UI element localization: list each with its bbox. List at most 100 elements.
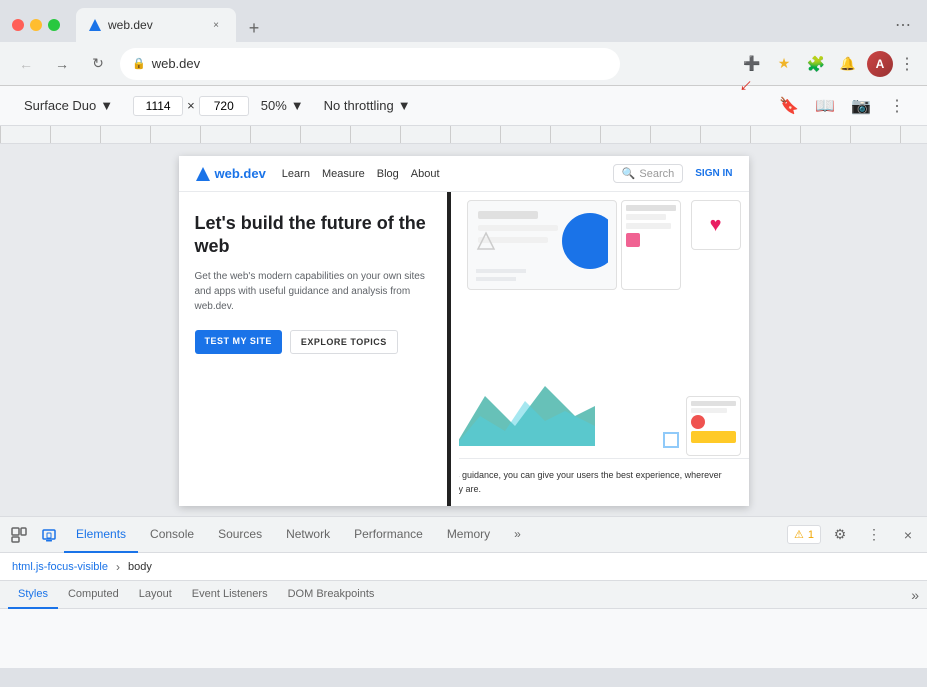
dimension-inputs: × [133,96,249,116]
devtools-tabs-right: ⚠ 1 ⚙ ⋮ × [787,520,923,550]
device-name-label: Surface Duo [24,98,96,113]
webdev-signin-button[interactable]: SIGN IN [695,168,732,179]
zoom-selector[interactable]: 50% ▼ [261,98,304,113]
tab-computed[interactable]: Computed [58,581,129,609]
device-toolbar-more-button[interactable]: ⋮ [883,92,911,120]
tab-memory[interactable]: Memory [435,517,502,553]
new-tab-button[interactable]: + [240,14,268,42]
tab-favicon [88,18,102,32]
webdev-hero: Let's build the future of the web Get th… [179,192,749,506]
more-tabs-button[interactable]: » [502,517,533,553]
extensions-puzzle-icon[interactable]: 🧩 [803,51,829,77]
hero-description: Get the web's modern capabilities on you… [195,269,443,314]
test-my-site-button[interactable]: TEST MY SITE [195,330,282,354]
explore-topics-button[interactable]: EXPLORE TOPICS [290,330,398,354]
webdev-nav-links: Learn Measure Blog About [282,168,440,180]
webdev-logo-text: web.dev [215,166,266,181]
device-dropdown-icon: ▼ [100,98,113,113]
traffic-light-green[interactable] [48,19,60,31]
url-text: web.dev [152,56,200,71]
devtools-more-button[interactable]: ⋮ [859,520,889,550]
mock-card-right-1 [621,200,681,290]
bookmark-star-icon[interactable]: ★ [771,51,797,77]
nav-link-measure[interactable]: Measure [322,168,365,180]
nav-link-blog[interactable]: Blog [377,168,399,180]
height-input[interactable] [199,96,249,116]
browser-window: web.dev × + ⋯ ← → ↻ 🔒 web.dev ➕ ★ ↓ 🧩 🔔 … [0,0,927,668]
breadcrumb-separator: › [116,560,120,574]
device-mode-toggle-button[interactable] [34,520,64,550]
inspect-element-button[interactable] [4,520,34,550]
dimension-x-separator: × [187,98,195,113]
warning-icon: ⚠ [794,528,804,541]
traffic-lights [12,19,60,31]
screenshot-icon-button[interactable]: 📷 [847,92,875,120]
tab-dom-breakpoints[interactable]: DOM Breakpoints [278,581,385,609]
tab-close-button[interactable]: × [208,17,224,33]
refresh-button[interactable]: ↻ [84,50,112,78]
mock-card-heart: ♥ [691,200,741,250]
nav-link-learn[interactable]: Learn [282,168,310,180]
throttle-selector[interactable]: No throttling ▼ [316,94,419,117]
tab-network[interactable]: Network [274,517,342,553]
breadcrumb-body[interactable]: body [124,559,156,575]
viewport-divider [447,192,451,506]
styles-more-tabs-button[interactable]: » [911,587,919,603]
device-selector[interactable]: Surface Duo ▼ [16,94,121,117]
styles-panel-tabs: Styles Computed Layout Event Listeners D… [0,581,927,609]
devtools-tab-bar: Elements Console Sources Network Perform… [0,517,927,553]
ruler [0,126,927,144]
search-label: Search [639,168,674,180]
device-toolbar-right: 🔖 📖 📷 ⋮ [775,92,911,120]
mock-card-bottom-right [686,396,741,456]
devtools-panel: Elements Console Sources Network Perform… [0,516,927,668]
search-icon: 🔍 [622,167,636,180]
webdev-search[interactable]: 🔍 Search [613,164,684,183]
alert-icon-button[interactable]: 🔔 [835,51,861,77]
nav-link-about[interactable]: About [411,168,440,180]
forward-button[interactable]: → [48,50,76,78]
tab-console[interactable]: Console [138,517,206,553]
device-frame: web.dev Learn Measure Blog About 🔍 Searc… [179,156,749,506]
zoom-dropdown-icon: ▼ [291,98,304,113]
back-button[interactable]: ← [12,50,40,78]
mock-card-top-left [467,200,617,290]
devtools-settings-button[interactable]: ⚙ [825,520,855,550]
hero-title: Let's build the future of the web [195,212,443,259]
throttle-label: No throttling [324,98,394,113]
element-breadcrumb-bar: html.js-focus-visible › body [0,553,927,581]
bookmark-icon-button[interactable]: 🔖 [775,92,803,120]
tab-elements[interactable]: Elements [64,517,138,553]
throttle-dropdown-icon: ▼ [398,98,411,113]
traffic-light-red[interactable] [12,19,24,31]
tab-bar: web.dev × + ⋯ [0,0,927,42]
url-bar[interactable]: 🔒 web.dev [120,48,620,80]
tabs-container: web.dev × + [76,8,891,42]
warning-count: 1 [808,529,814,541]
tab-styles[interactable]: Styles [8,581,58,609]
lock-icon: 🔒 [132,57,146,70]
browser-menu-dots[interactable]: ⋯ [891,11,915,39]
tab-layout[interactable]: Layout [129,581,182,609]
traffic-light-yellow[interactable] [30,19,42,31]
viewport: web.dev Learn Measure Blog About 🔍 Searc… [0,144,927,516]
tab-sources[interactable]: Sources [206,517,274,553]
warning-badge[interactable]: ⚠ 1 [787,525,821,544]
webdev-navbar: web.dev Learn Measure Blog About 🔍 Searc… [179,156,749,192]
book-icon-button[interactable]: 📖 [811,92,839,120]
devtools-close-button[interactable]: × [893,520,923,550]
address-bar-more-button[interactable]: ⋮ [899,54,915,74]
mock-circle-icon [663,432,679,448]
zoom-level-label: 50% [261,98,287,113]
extensions-icon-button[interactable]: ➕ [739,51,765,77]
tab-event-listeners[interactable]: Event Listeners [182,581,278,609]
active-tab[interactable]: web.dev × [76,8,236,42]
address-bar: ← → ↻ 🔒 web.dev ➕ ★ ↓ 🧩 🔔 A ⋮ [0,42,927,86]
webdev-logo[interactable]: web.dev [195,166,266,182]
breadcrumb-html[interactable]: html.js-focus-visible [8,559,112,575]
hero-buttons: TEST MY SITE EXPLORE TOPICS [195,330,443,354]
width-input[interactable] [133,96,183,116]
hero-left-panel: Let's build the future of the web Get th… [179,192,459,506]
user-avatar[interactable]: A [867,51,893,77]
tab-performance[interactable]: Performance [342,517,435,553]
